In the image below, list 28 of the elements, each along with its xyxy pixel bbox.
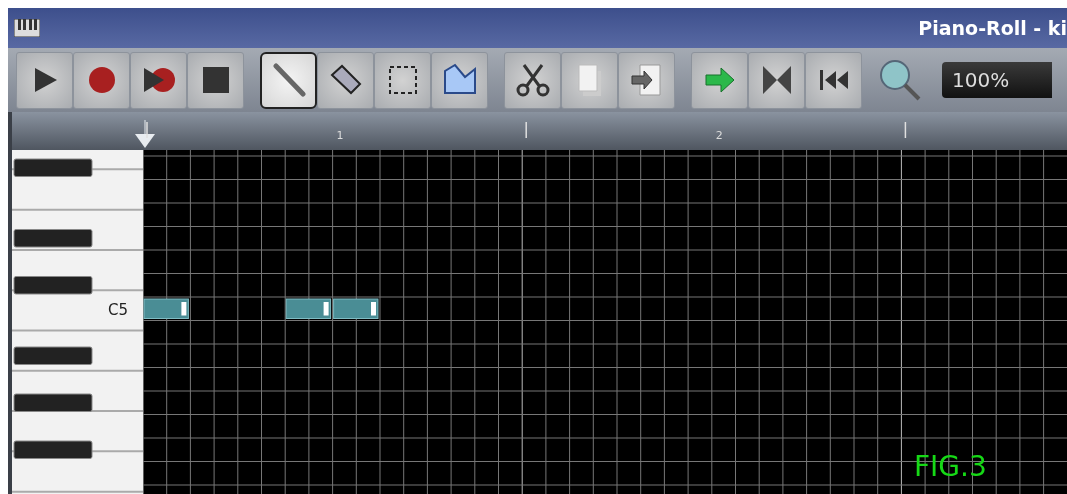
tool-button[interactable] (16, 51, 73, 109)
bar-number: 1 (336, 129, 344, 142)
curve-icon (442, 63, 477, 97)
tool-button[interactable] (805, 51, 862, 109)
note-block[interactable] (333, 298, 379, 319)
eraser-icon (328, 63, 363, 97)
tool-button[interactable] (260, 51, 317, 109)
bar-number: 2 (715, 129, 723, 142)
figure-label: FIG.3 (914, 450, 987, 483)
page-arrow-icon (629, 63, 664, 97)
note-block[interactable] (143, 298, 189, 319)
pencil-icon (271, 63, 306, 97)
scissors-icon (515, 63, 550, 97)
key-label: C5 (107, 300, 128, 319)
piano-keyboard-drawing[interactable] (12, 150, 143, 494)
tool-button[interactable] (187, 51, 244, 109)
tool-button[interactable] (504, 51, 561, 109)
tool-button[interactable] (130, 51, 187, 109)
tool-button[interactable] (748, 51, 805, 109)
search-icon[interactable] (878, 58, 922, 102)
tool-button[interactable] (374, 51, 431, 109)
piano-icon (14, 19, 40, 37)
note-block[interactable] (285, 298, 332, 319)
zoom-field[interactable]: 100% (942, 62, 1052, 98)
window-title: Piano-Roll - ki (918, 17, 1067, 39)
tool-button[interactable] (317, 51, 374, 109)
playhead-marker[interactable] (135, 119, 155, 148)
note-grid-drawing[interactable] (143, 150, 1067, 494)
